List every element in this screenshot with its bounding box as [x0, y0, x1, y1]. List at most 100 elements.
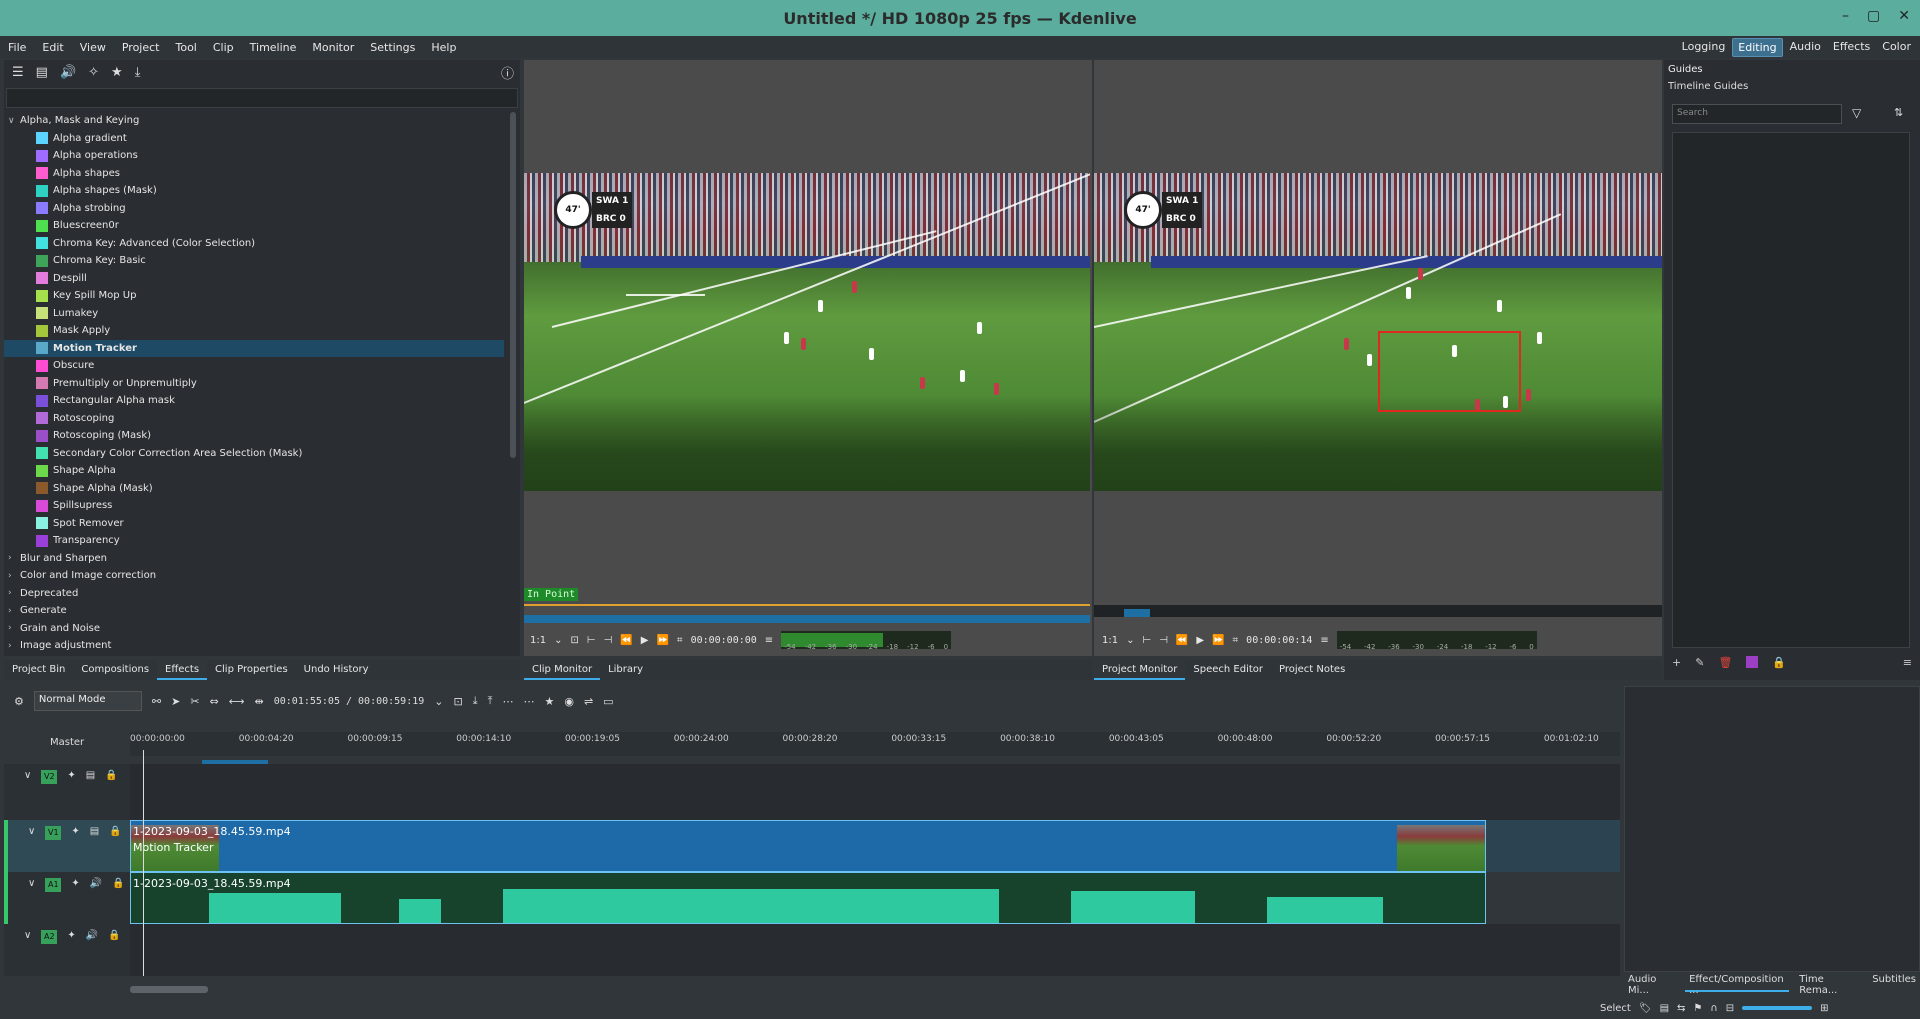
razor-link-icon[interactable]: ⚯ [152, 695, 161, 708]
lock-icon[interactable]: 🔒 [105, 770, 117, 781]
fit-zoom-icon[interactable]: ⊡ [453, 695, 462, 708]
effect-item[interactable]: Secondary Color Correction Area Selectio… [4, 445, 504, 463]
track-name[interactable]: A1 [45, 878, 62, 892]
chevron-right-icon[interactable]: › [8, 553, 20, 563]
chevron-down-icon[interactable]: ∨ [8, 116, 20, 126]
menu-monitor[interactable]: Monitor [304, 41, 362, 54]
lift-icon[interactable]: ⋯ [523, 695, 534, 708]
effect-category[interactable]: › Image adjustment [4, 637, 504, 655]
video-clip[interactable]: 1-2023-09-03_18.45.59.mp4 Motion Tracker [130, 820, 1486, 872]
collapse-icon[interactable]: ∨ [28, 826, 35, 837]
rewind-icon[interactable]: ⏪ [1176, 635, 1188, 646]
delete-guide-icon[interactable]: 🗑 [1718, 656, 1732, 669]
tab-project-notes[interactable]: Project Notes [1271, 660, 1353, 680]
set-in-icon[interactable]: ⊢ [1142, 635, 1151, 646]
clip-monitor-video[interactable]: 47' SWA 1 BRC 0 [524, 173, 1090, 491]
fullscreen-icon[interactable]: ⊡ [570, 635, 578, 646]
select-tool-icon[interactable]: ➤ [171, 695, 180, 708]
layout-editing[interactable]: Editing [1732, 38, 1783, 57]
effect-item[interactable]: Alpha strobing [4, 200, 504, 218]
motion-tracker-rect[interactable] [1378, 331, 1521, 412]
effect-category[interactable]: › Grain and Noise [4, 620, 504, 638]
effect-item[interactable]: Chroma Key: Advanced (Color Selection) [4, 235, 504, 253]
info-icon[interactable]: ⓘ [501, 63, 514, 82]
menu-edit[interactable]: Edit [34, 41, 71, 54]
forward-icon[interactable]: ⏩ [1212, 635, 1224, 646]
layout-logging[interactable]: Logging [1677, 38, 1731, 57]
edit-mode-select[interactable]: Normal Mode [33, 691, 142, 711]
effect-item[interactable]: Mask Apply [4, 322, 504, 340]
timeline-ruler[interactable]: 00:00:00:00 00:00:04:20 00:00:09:15 00:00:1… [130, 732, 1620, 756]
razor-tool-icon[interactable]: ✂ [190, 695, 199, 708]
mixer-icon[interactable]: ⇌ [584, 695, 593, 708]
edit-guide-icon[interactable]: ✎ [1695, 656, 1704, 669]
zoom-out-icon[interactable]: ⊟ [1726, 1003, 1734, 1014]
project-monitor-ruler[interactable] [1094, 605, 1662, 617]
clip-monitor-ruler[interactable] [524, 615, 1090, 623]
menu-help[interactable]: Help [423, 41, 464, 54]
chevron-down-icon[interactable]: ⌄ [434, 695, 443, 708]
timeline-scrollbar[interactable] [130, 986, 208, 993]
effect-item[interactable]: Lumakey [4, 305, 504, 323]
mute-icon[interactable]: 🔊 [86, 930, 98, 941]
collapse-icon[interactable]: ∨ [28, 878, 35, 889]
spacer-tool-icon[interactable]: ⇔ [210, 695, 219, 708]
clip-timecode[interactable]: 00:00:00:00 [691, 635, 757, 646]
minimize-icon[interactable]: – [1842, 8, 1849, 24]
overwrite-icon[interactable]: ⤒ [488, 694, 493, 708]
lock-icon[interactable]: 🔒 [1772, 656, 1786, 669]
filter-icon[interactable]: ▽ [1852, 106, 1861, 120]
chevron-right-icon[interactable]: › [8, 588, 20, 598]
collapse-icon[interactable]: ∨ [24, 770, 31, 781]
effects-icon[interactable]: ✦ [71, 878, 79, 889]
effect-item[interactable]: Despill [4, 270, 504, 288]
list-view-icon[interactable]: ☰ [12, 65, 24, 80]
tab-effect-composition[interactable]: Effect/Composition ... [1685, 974, 1790, 996]
effect-category[interactable]: › Deprecated [4, 585, 504, 603]
playhead[interactable] [143, 750, 144, 976]
effects-icon[interactable]: ✦ [71, 826, 79, 837]
menu-tool[interactable]: Tool [167, 41, 204, 54]
play-icon[interactable]: ▶ [1196, 635, 1204, 646]
tab-time-remap[interactable]: Time Rema... [1795, 974, 1862, 996]
effect-item[interactable]: Alpha shapes (Mask) [4, 182, 504, 200]
chevron-right-icon[interactable]: › [8, 641, 20, 651]
effect-item[interactable]: Rotoscoping (Mask) [4, 427, 504, 445]
download-icon[interactable]: ⤓ [135, 65, 141, 80]
effect-item[interactable]: Rotoscoping [4, 410, 504, 428]
project-monitor-video[interactable]: 47' SWA 1 BRC 0 [1094, 173, 1662, 491]
effects-icon[interactable]: ✦ [67, 770, 75, 781]
thumbnail-icon[interactable]: ▤ [1660, 1003, 1669, 1014]
play-icon[interactable]: ▶ [641, 635, 649, 646]
add-guide-icon[interactable]: + [1672, 656, 1681, 669]
effect-item[interactable]: Spot Remover [4, 515, 504, 533]
set-out-icon[interactable]: ⊣ [604, 635, 613, 646]
chevron-right-icon[interactable]: › [8, 571, 20, 581]
effect-category[interactable]: › Generate [4, 602, 504, 620]
custom-effects-icon[interactable]: ✧ [88, 65, 99, 80]
effect-item[interactable]: Rectangular Alpha mask [4, 392, 504, 410]
lane-v2[interactable] [130, 764, 1620, 820]
tab-library[interactable]: Library [600, 660, 651, 680]
favorites-icon[interactable]: ★ [111, 65, 123, 80]
menu-clip[interactable]: Clip [205, 41, 242, 54]
rewind-icon[interactable]: ⏪ [620, 635, 632, 646]
lock-icon[interactable]: 🔒 [109, 826, 121, 837]
tab-subtitles[interactable]: Subtitles [1868, 974, 1920, 992]
flag-icon[interactable]: ⚑ [1693, 1003, 1702, 1014]
tab-undo-history[interactable]: Undo History [296, 660, 377, 680]
effects-search-input[interactable] [6, 88, 518, 108]
tab-effects[interactable]: Effects [157, 660, 208, 680]
lock-icon[interactable]: 🔒 [108, 930, 120, 941]
tab-project-monitor[interactable]: Project Monitor [1094, 660, 1186, 680]
tab-speech-editor[interactable]: Speech Editor [1185, 660, 1271, 680]
audio-clip[interactable]: 1-2023-09-03_18.45.59.mp4 [130, 872, 1486, 924]
effect-item[interactable]: Shape Alpha (Mask) [4, 480, 504, 498]
split-audio-icon[interactable]: ⇆ [1677, 1003, 1685, 1014]
effect-item[interactable]: Spillsupress [4, 497, 504, 515]
track-name[interactable]: V2 [41, 770, 58, 784]
video-effects-icon[interactable]: ▤ [36, 65, 48, 80]
effect-item[interactable]: Obscure [4, 357, 504, 375]
audio-effects-icon[interactable]: 🔊 [60, 65, 76, 80]
layout-audio[interactable]: Audio [1785, 38, 1826, 57]
